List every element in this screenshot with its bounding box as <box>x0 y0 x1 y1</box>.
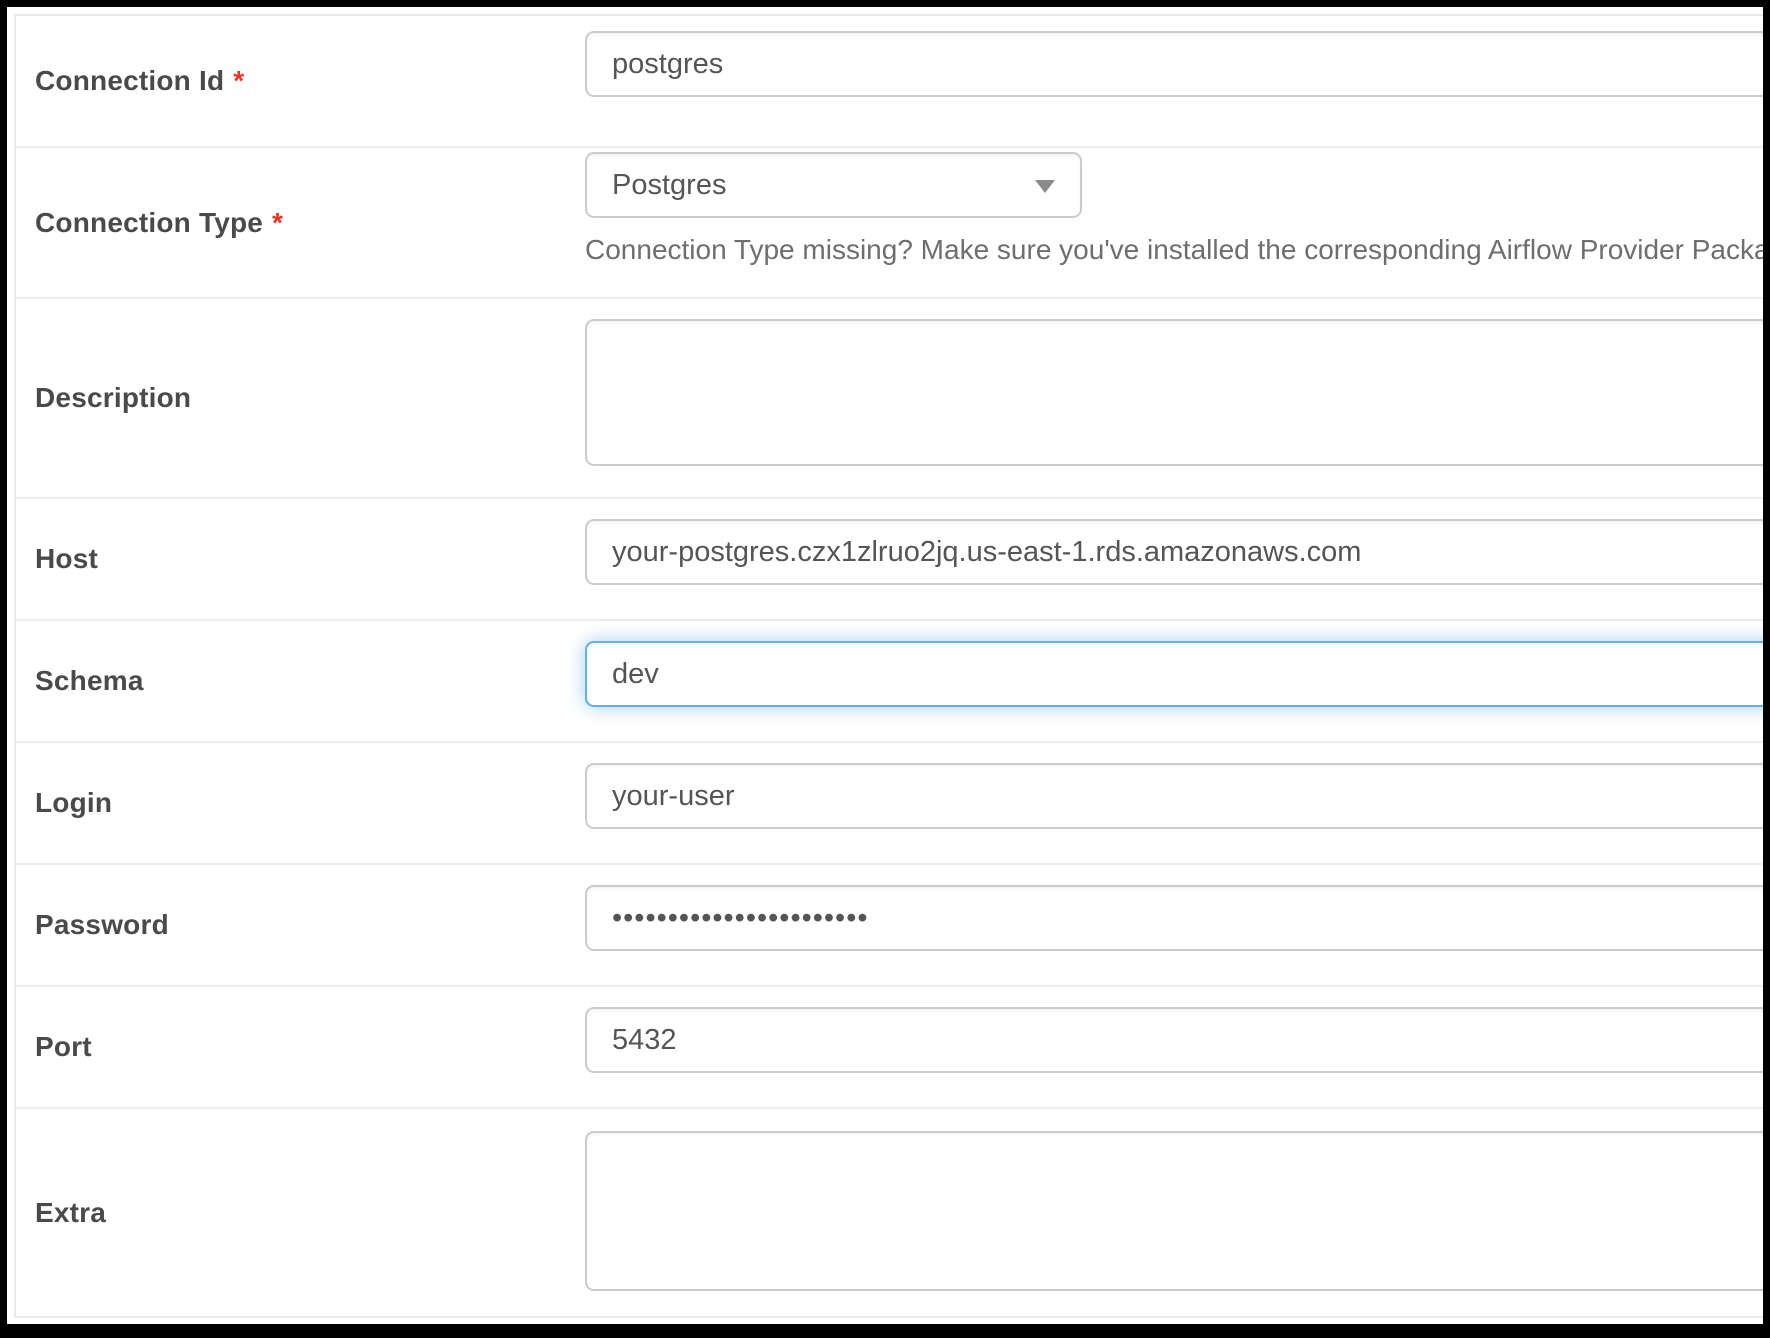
host-input-cell <box>585 499 1763 619</box>
extra-input-cell <box>585 1109 1763 1316</box>
extra-label: Extra <box>35 1197 106 1229</box>
schema-label-cell: Schema <box>16 621 585 741</box>
field-row-connection-type: Connection Type * Postgres Connection Ty… <box>16 148 1763 299</box>
connection-id-label: Connection Id <box>35 65 224 97</box>
schema-input-cell <box>585 621 1763 741</box>
field-row-login: Login <box>16 743 1763 865</box>
edit-connection-form: Connection Id * Connection Type * Postgr… <box>14 14 1763 1318</box>
required-asterisk: * <box>233 65 244 97</box>
description-textarea[interactable] <box>585 319 1763 466</box>
extra-textarea[interactable] <box>585 1131 1763 1291</box>
connection-id-input-cell <box>585 16 1763 146</box>
connection-type-label-cell: Connection Type * <box>16 148 585 297</box>
port-input-cell <box>585 987 1763 1107</box>
field-row-description: Description <box>16 299 1763 499</box>
field-row-extra: Extra <box>16 1109 1763 1316</box>
connection-type-helper-text: Connection Type missing? Make sure you'v… <box>585 234 1763 266</box>
password-label-cell: Password <box>16 865 585 985</box>
connection-id-input[interactable] <box>585 31 1763 97</box>
extra-label-cell: Extra <box>16 1109 585 1316</box>
field-row-password: Password <box>16 865 1763 987</box>
field-row-schema: Schema <box>16 621 1763 743</box>
required-asterisk: * <box>272 207 283 239</box>
connection-type-label: Connection Type <box>35 207 263 239</box>
field-row-port: Port <box>16 987 1763 1109</box>
port-label-cell: Port <box>16 987 585 1107</box>
connection-type-selected-value: Postgres <box>612 169 726 202</box>
login-label-cell: Login <box>16 743 585 863</box>
login-input[interactable] <box>585 763 1763 829</box>
password-label: Password <box>35 909 169 941</box>
host-input[interactable] <box>585 519 1763 585</box>
host-label-cell: Host <box>16 499 585 619</box>
schema-input[interactable] <box>585 641 1763 707</box>
login-input-cell <box>585 743 1763 863</box>
port-label: Port <box>35 1031 92 1063</box>
description-input-cell <box>585 299 1763 497</box>
password-input-cell <box>585 865 1763 985</box>
field-row-connection-id: Connection Id * <box>16 16 1763 148</box>
login-label: Login <box>35 787 112 819</box>
connection-id-label-cell: Connection Id * <box>16 16 585 146</box>
host-label: Host <box>35 543 98 575</box>
connection-form-viewport: Connection Id * Connection Type * Postgr… <box>7 7 1763 1324</box>
connection-type-input-cell: Postgres Connection Type missing? Make s… <box>585 148 1763 297</box>
chevron-down-icon <box>1035 180 1055 193</box>
description-label: Description <box>35 382 191 414</box>
schema-label: Schema <box>35 665 144 697</box>
port-input[interactable] <box>585 1007 1763 1073</box>
description-label-cell: Description <box>16 299 585 497</box>
password-input[interactable] <box>585 885 1763 951</box>
field-row-host: Host <box>16 499 1763 621</box>
connection-type-select[interactable]: Postgres <box>585 152 1082 218</box>
